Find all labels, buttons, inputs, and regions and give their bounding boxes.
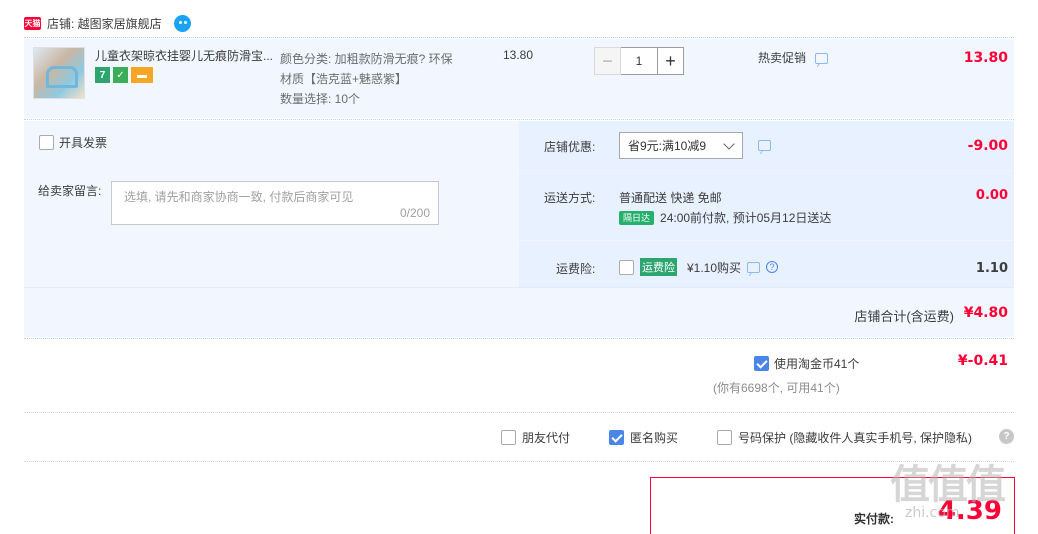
service-badges: 7 ✓ ▬ [95, 67, 153, 83]
help-icon[interactable]: ? [766, 261, 779, 273]
watermark-site: zhi.com [905, 505, 960, 521]
shipping-eta-text: 24:00前付款, 预计05月12日送达 [660, 211, 832, 225]
friend-pay-option[interactable]: 朋友代付 [501, 429, 570, 446]
product-thumbnail[interactable] [33, 47, 85, 99]
friend-pay-checkbox[interactable] [501, 430, 516, 445]
insurance-tag: 运费险 [640, 258, 677, 276]
promotion-label: 热卖促销 [758, 51, 807, 65]
shop-header: 天猫 店铺: 越图家居旗舰店 [24, 12, 191, 34]
insurance-label: 运费险: [556, 262, 596, 276]
sku-material: 材质【浩克蓝+魅惑紫】 [280, 72, 408, 86]
item-total-price: 13.80 [963, 50, 1008, 66]
discount-amount: -9.00 [967, 138, 1008, 154]
invoice-option[interactable]: 开具发票 [39, 134, 107, 151]
shipping-amount: 0.00 [975, 188, 1008, 203]
discount-selected-value: 省9元:满10减9 [628, 139, 707, 153]
coins-balance-note: (你有6698个, 可用41个) [713, 381, 840, 395]
shipping-method: 普通配送 快递 免邮 [619, 191, 722, 205]
next-day-badge: 隔日达 [619, 210, 655, 225]
shipping-eta: 隔日达 24:00前付款, 预计05月12日送达 [619, 209, 831, 226]
wangwang-chat-icon[interactable] [173, 14, 191, 32]
anonymous-buy-checkbox[interactable] [609, 430, 624, 445]
invoice-checkbox[interactable] [39, 135, 54, 150]
promo-info-icon[interactable] [815, 53, 829, 64]
product-title-link[interactable]: 儿童衣架晾衣挂婴儿无痕防滑宝... [95, 47, 275, 64]
anonymous-buy-label: 匿名购买 [630, 431, 679, 445]
shop-name-link[interactable]: 店铺: 越图家居旗舰店 [47, 15, 162, 32]
question-icon[interactable]: ? [999, 429, 1014, 444]
insurance-amount: 1.10 [975, 261, 1008, 276]
order-item-row: 儿童衣架晾衣挂婴儿无痕防滑宝... 7 ✓ ▬ 颜色分类: 加粗款防滑无痕? 环… [24, 39, 1014, 118]
seven-day-return-icon: 7 [95, 67, 110, 83]
insurance-price: ¥1.10购买 [687, 260, 742, 275]
chevron-down-icon [723, 138, 735, 150]
insurance-info-icon[interactable] [747, 261, 761, 273]
memo-char-count: 0/200 [399, 206, 430, 220]
decrease-quantity-button[interactable]: − [594, 47, 621, 75]
coins-discount-amount: ¥-0.41 [957, 353, 1008, 369]
phone-protect-checkbox[interactable] [717, 430, 732, 445]
use-coins-option[interactable]: 使用淘金币41个 [754, 355, 859, 372]
divider [24, 338, 1014, 339]
insurance-checkbox[interactable] [619, 259, 634, 275]
increase-quantity-button[interactable]: + [657, 47, 684, 75]
subtotal-amount: ¥4.80 [963, 305, 1008, 321]
divider [24, 412, 1014, 413]
subtotal-label: 店铺合计(含运费) [854, 309, 954, 324]
sku-color: 颜色分类: 加粗款防滑无痕? 环保 [280, 52, 453, 66]
order-options: 开具发票 给卖家留言: 选填, 请先和商家协商一致, 付款后商家可见 0/200… [24, 121, 1014, 337]
divider [24, 119, 1014, 120]
memo-placeholder: 选填, 请先和商家协商一致, 付款后商家可见 [124, 190, 354, 204]
promotion: 热卖促销 [758, 49, 829, 66]
divider [24, 461, 1014, 462]
discount-info-icon[interactable] [758, 140, 771, 151]
invoice-label: 开具发票 [59, 136, 108, 150]
unit-price: 13.80 [503, 48, 534, 62]
tmall-icon: 天猫 [24, 16, 41, 30]
quantity-stepper: − 1 + [594, 47, 684, 75]
shop-subtotal-row: 店铺合计(含运费) ¥4.80 [24, 287, 1014, 337]
use-coins-label: 使用淘金币41个 [774, 357, 860, 371]
discount-select[interactable]: 省9元:满10减9 [619, 132, 743, 159]
divider [24, 37, 1014, 38]
insurance-option[interactable]: 运费险 ¥1.10购买 ? [619, 258, 779, 276]
quantity-input[interactable]: 1 [621, 47, 657, 75]
credit-card-icon: ▬ [131, 67, 153, 83]
discount-label: 店铺优惠: [544, 140, 596, 154]
payment-label: 实付款: [854, 512, 894, 526]
use-coins-checkbox[interactable] [754, 356, 769, 371]
seller-memo-input[interactable]: 选填, 请先和商家协商一致, 付款后商家可见 0/200 [111, 181, 439, 225]
watermark-logo: 值值值 [890, 462, 1006, 508]
phone-protect-option[interactable]: 号码保护 (隐藏收件人真实手机号, 保护隐私) [717, 429, 972, 446]
anonymous-buy-option[interactable]: 匿名购买 [609, 429, 678, 446]
guarantee-icon: ✓ [113, 67, 128, 83]
phone-protect-label: 号码保护 (隐藏收件人真实手机号, 保护隐私) [738, 431, 972, 445]
friend-pay-label: 朋友代付 [522, 431, 571, 445]
memo-label: 给卖家留言: [38, 184, 102, 198]
sku-quantity: 数量选择: 10个 [280, 92, 361, 106]
shipping-label: 运送方式: [544, 191, 596, 205]
